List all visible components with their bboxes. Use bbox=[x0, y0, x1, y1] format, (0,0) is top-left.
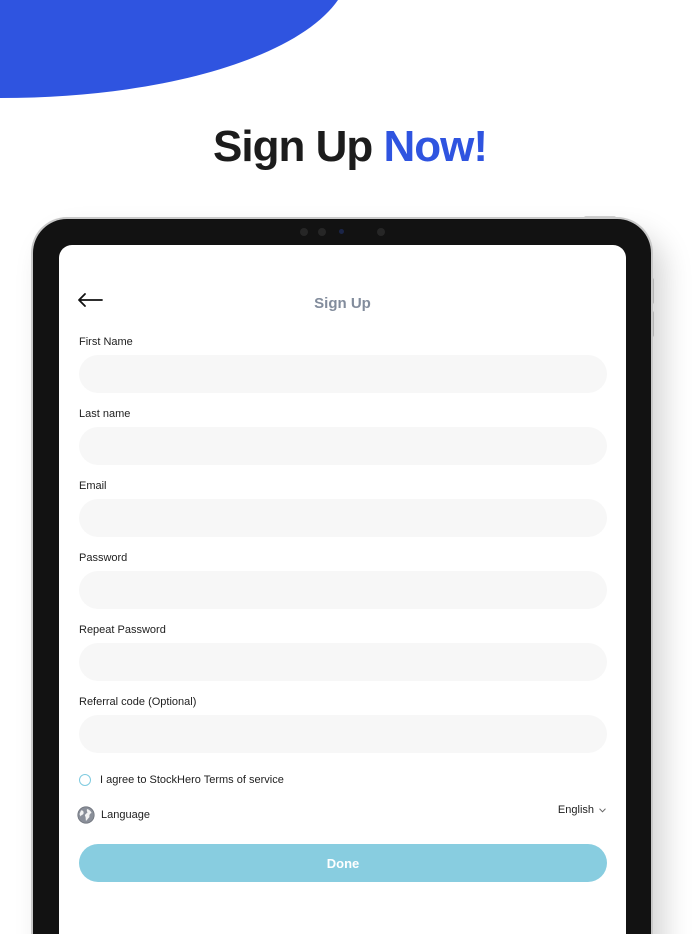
referral-code-label: Referral code (Optional) bbox=[79, 696, 197, 708]
terms-checkbox-row[interactable]: I agree to StockHero Terms of service bbox=[79, 772, 284, 788]
email-label: Email bbox=[79, 480, 107, 492]
device-camera bbox=[339, 229, 344, 234]
terms-label: I agree to StockHero Terms of service bbox=[100, 774, 284, 786]
screen-title: Sign Up bbox=[314, 295, 371, 312]
language-select[interactable]: English bbox=[558, 804, 606, 816]
first-name-input[interactable] bbox=[79, 355, 607, 393]
headline-accent: Now! bbox=[383, 122, 488, 171]
language-row: Language bbox=[77, 806, 150, 824]
last-name-label: Last name bbox=[79, 408, 131, 420]
app-screen: Sign Up First Name Last name Email Passw… bbox=[59, 245, 626, 934]
device-sensor bbox=[318, 228, 326, 236]
globe-icon bbox=[77, 806, 95, 824]
language-selected-value: English bbox=[557, 804, 594, 816]
email-input[interactable] bbox=[79, 499, 607, 537]
last-name-input[interactable] bbox=[79, 427, 607, 465]
headline: Sign Up Now! bbox=[0, 122, 700, 172]
chevron-down-icon bbox=[599, 808, 606, 813]
done-button[interactable]: Done bbox=[79, 844, 607, 882]
password-input[interactable] bbox=[79, 571, 607, 609]
device-sensor bbox=[300, 228, 308, 236]
language-label: Language bbox=[101, 809, 150, 821]
first-name-label: First Name bbox=[79, 336, 133, 348]
terms-radio[interactable] bbox=[79, 774, 91, 786]
app-store-screenshot: Sign Up Now! Sign Up First Name Last nam… bbox=[0, 0, 700, 934]
password-label: Password bbox=[79, 552, 128, 564]
repeat-password-input[interactable] bbox=[79, 643, 607, 681]
device-sensor bbox=[377, 228, 385, 236]
repeat-password-label: Repeat Password bbox=[79, 624, 166, 636]
headline-text: Sign Up bbox=[213, 122, 384, 171]
decorative-blue-blob bbox=[0, 0, 338, 98]
referral-code-input[interactable] bbox=[79, 715, 607, 753]
